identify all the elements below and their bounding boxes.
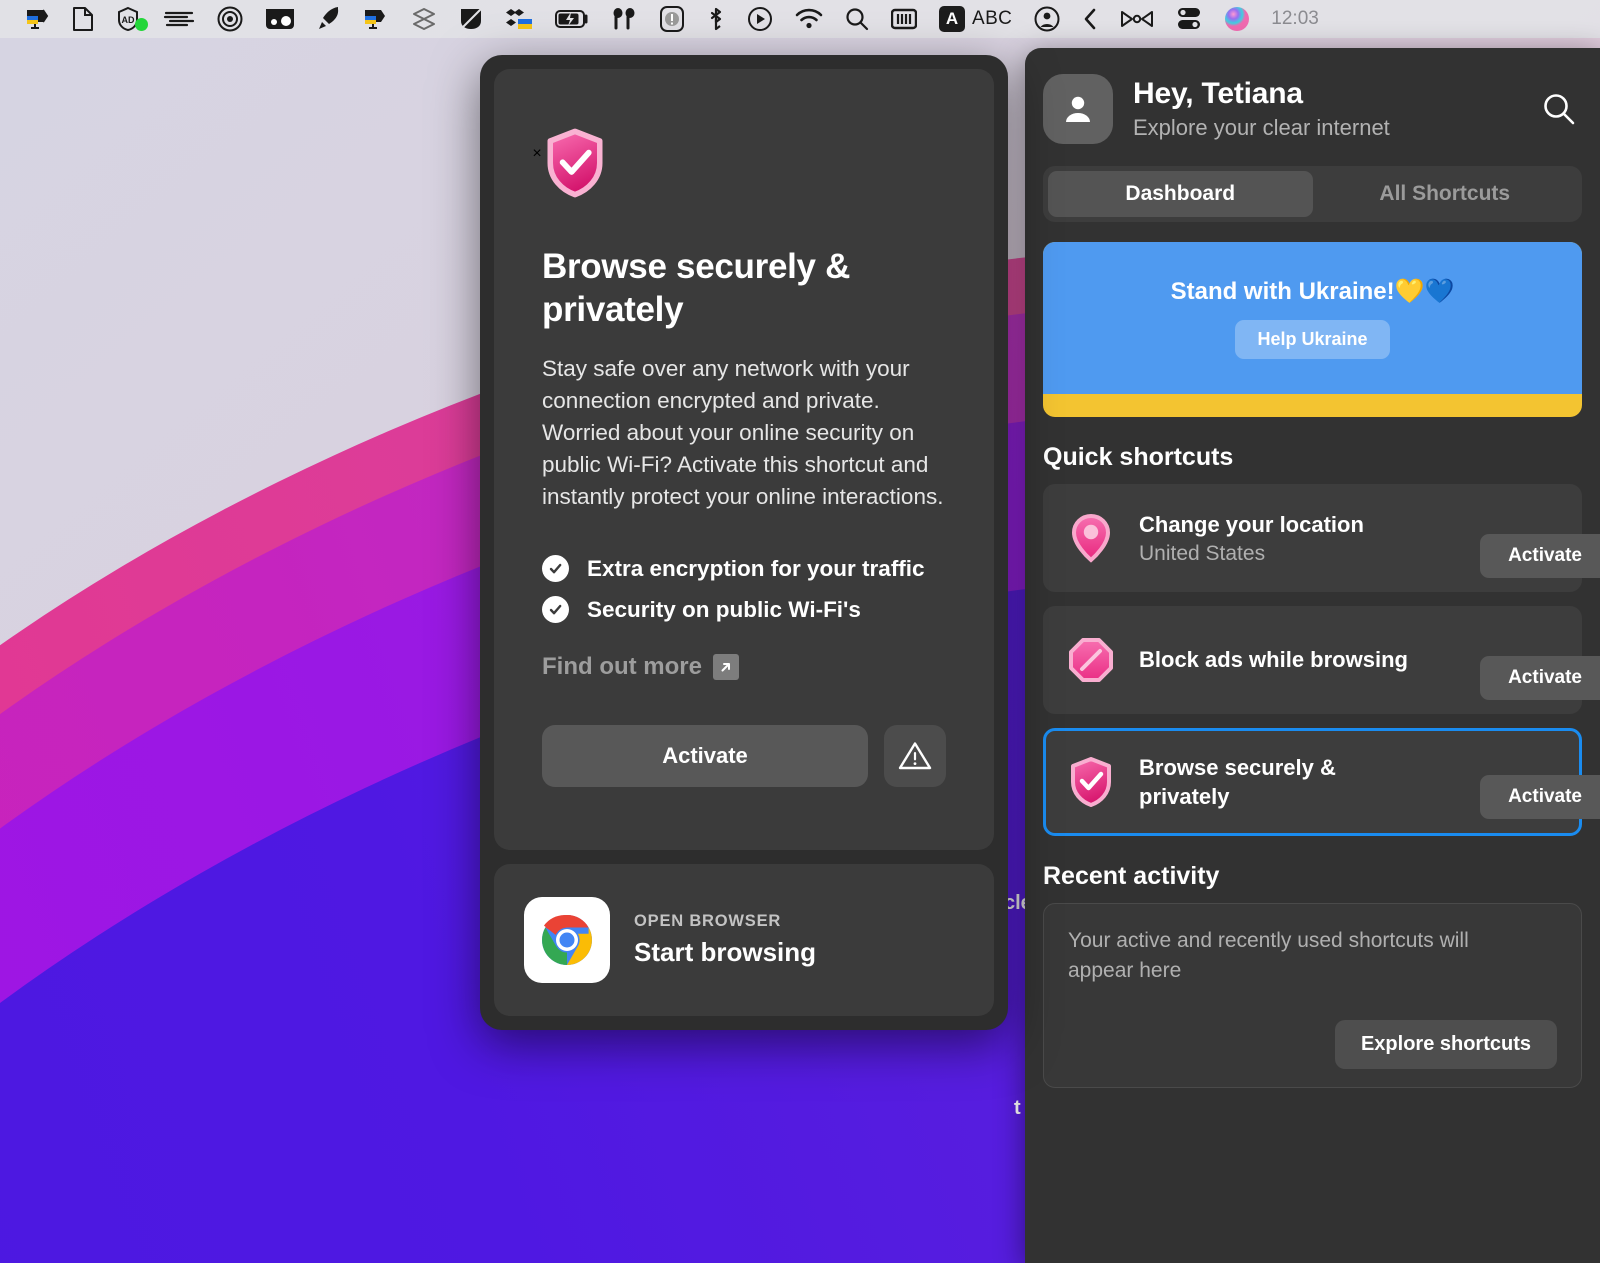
layers-icon[interactable] [400,0,448,38]
cursor-icon[interactable] [448,0,494,38]
shortcut-detail-modal: × Browse securely & privately Stay safe … [480,55,1008,1030]
card-title: Block ads while browsing [1139,647,1408,673]
activate-button[interactable]: Activate [1480,656,1600,700]
chrome-icon [524,897,610,983]
recent-activity-title: Recent activity [1043,862,1220,890]
find-out-more-link[interactable]: Find out more [542,653,739,681]
person-icon [1066,96,1090,122]
bluetooth-icon[interactable] [696,0,736,38]
ukraine-banner[interactable]: Stand with Ukraine!💛💙 Help Ukraine [1043,242,1582,417]
greeting-subtitle: Explore your clear internet [1133,115,1390,140]
control-center-icon[interactable] [1165,0,1213,38]
help-ukraine-button[interactable]: Help Ukraine [1235,320,1390,359]
siri-icon[interactable] [1213,0,1261,38]
audio-waves-icon[interactable] [152,0,206,38]
display-ukraine-icon[interactable] [14,0,62,38]
bowtie-icon[interactable] [1109,0,1165,38]
block-ads-icon [1065,634,1117,686]
shortcut-card-block-ads[interactable]: Block ads while browsing Activate [1043,606,1600,714]
chevron-left-icon[interactable] [1071,0,1109,38]
warning-triangle-icon[interactable] [884,725,946,788]
open-browser-title: Start browsing [634,937,817,967]
feature-list: Extra encryption for your traffic Securi… [542,555,946,624]
shortcuts-dashboard-panel: Hey, Tetiana Explore your clear internet… [1025,48,1600,1263]
input-source-badge: A [939,6,965,32]
shortcut-card-browse-securely[interactable]: Browse securely & privately Activate [1043,728,1600,836]
airplay-icon[interactable] [206,0,254,38]
online-status-dot [135,18,148,31]
alert-icon[interactable] [648,0,696,38]
modal-actions: Activate [542,725,946,788]
wifi-icon[interactable] [784,0,834,38]
macos-menu-bar: AD A ABC 12:03 [0,0,1600,38]
activate-button[interactable]: Activate [542,725,868,788]
airpods-icon[interactable] [600,0,648,38]
dashboard-header: Hey, Tetiana Explore your clear internet [1025,48,1600,144]
modal-content: Browse securely & privately Stay safe ov… [494,69,994,850]
tab-dashboard[interactable]: Dashboard [1048,171,1313,217]
open-browser-text: OPEN BROWSER Start browsing [634,912,816,968]
header-text: Hey, Tetiana Explore your clear internet [1133,77,1536,141]
close-icon[interactable]: × [520,137,554,171]
rocket-icon[interactable] [306,0,352,38]
check-icon [542,555,569,583]
input-source-label: ABC [972,8,1013,29]
open-browser-eyebrow: OPEN BROWSER [634,912,782,930]
activate-button[interactable]: Activate [1480,775,1600,819]
dashboard-tabs: Dashboard All Shortcuts [1043,166,1582,222]
svg-text:AD: AD [122,15,135,25]
display-ukraine-icon-2[interactable] [352,0,400,38]
activate-button[interactable]: Activate [1480,534,1600,578]
search-icon[interactable] [1536,86,1582,132]
feature-item: Security on public Wi-Fi's [542,596,946,624]
card-title: Browse securely & privately [1139,754,1336,809]
shield-check-icon [542,127,946,204]
tab-all-shortcuts[interactable]: All Shortcuts [1313,171,1578,217]
recent-activity-empty-text: Your active and recently used shortcuts … [1068,929,1469,983]
user-account-icon[interactable] [1023,0,1071,38]
modal-description: Stay safe over any network with your con… [542,356,944,510]
ukraine-banner-top: Stand with Ukraine!💛💙 Help Ukraine [1043,242,1582,394]
background-panel-text-fragment-2: t [1014,1097,1021,1119]
play-circle-icon[interactable] [736,0,784,38]
feature-label: Security on public Wi-Fi's [587,596,861,622]
card-title: Change your location [1139,512,1364,538]
spotlight-search-icon[interactable] [834,0,880,38]
quick-shortcuts-title: Quick shortcuts [1043,443,1234,471]
document-icon[interactable] [62,0,104,38]
greeting-text: Hey, Tetiana [1133,77,1303,110]
battery-charging-icon[interactable] [544,0,600,38]
screen-recorder-icon[interactable] [254,0,306,38]
location-pin-icon [1065,512,1117,564]
modal-title: Browse securely & privately [542,247,851,329]
dropbox-ukraine-icon[interactable] [494,0,544,38]
feature-item: Extra encryption for your traffic [542,555,946,583]
feature-label: Extra encryption for your traffic [587,555,925,581]
avatar[interactable] [1043,74,1113,144]
shortcut-card-change-location[interactable]: Change your location United States Activ… [1043,484,1600,592]
recent-activity-box: Your active and recently used shortcuts … [1043,903,1582,1088]
open-browser-row[interactable]: OPEN BROWSER Start browsing [494,864,994,1016]
find-out-more-label: Find out more [542,653,702,681]
check-icon [542,596,569,624]
ukraine-banner-title: Stand with Ukraine!💛💙 [1170,278,1455,305]
external-link-icon [712,654,739,681]
menu-bar-clock[interactable]: 12:03 [1271,8,1319,30]
adguard-icon[interactable]: AD [104,0,152,38]
explore-shortcuts-button[interactable]: Explore shortcuts [1334,1020,1557,1069]
input-source-icon[interactable]: A ABC [928,0,1023,38]
keyboard-brightness-icon[interactable] [880,0,928,38]
shield-check-icon [1065,756,1117,808]
